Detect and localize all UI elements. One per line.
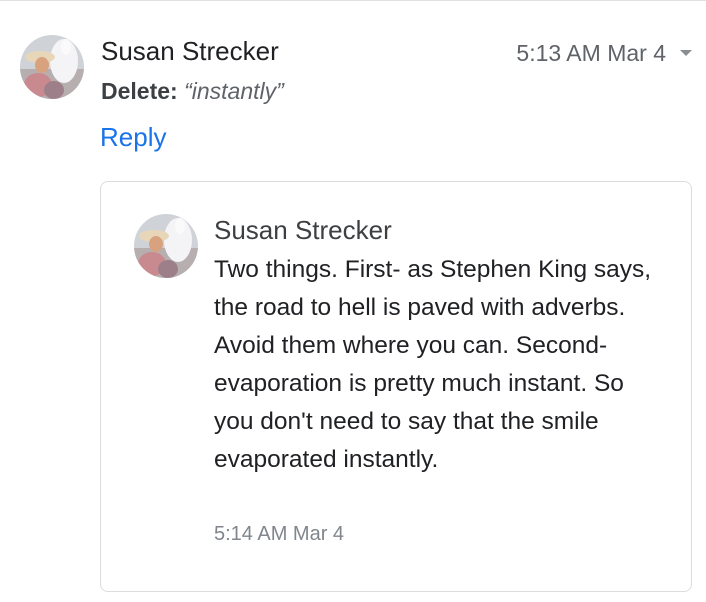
comment-author: Susan Strecker: [101, 36, 279, 66]
suggestion-action-label: Delete:: [101, 78, 178, 104]
reply-timestamp: 5:14 AM Mar 4: [214, 523, 345, 545]
suggestion-summary: Delete: “instantly”: [101, 78, 284, 105]
reply-author: Susan Strecker: [214, 215, 392, 245]
chevron-down-icon[interactable]: [680, 50, 692, 56]
reply-button[interactable]: Reply: [100, 122, 166, 153]
reply-body: Two things. First- as Stephen King says,…: [214, 256, 652, 473]
reply-card: Susan Strecker Two things. First- as Ste…: [100, 181, 692, 592]
comment-timestamp: 5:13 AM Mar 4: [516, 40, 666, 66]
suggestion-text: “instantly”: [184, 78, 284, 104]
top-divider: [0, 0, 706, 1]
avatar[interactable]: [20, 35, 84, 99]
reply-avatar[interactable]: [134, 214, 198, 278]
